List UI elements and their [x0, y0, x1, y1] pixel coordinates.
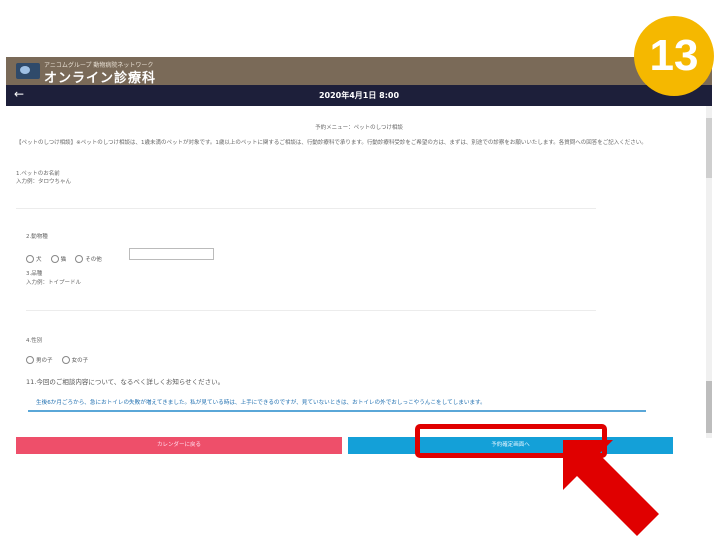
- radio-cat-label: 猫: [60, 256, 67, 263]
- sex-radio-group: 男の子 女の子: [26, 349, 92, 368]
- consultation-details-field[interactable]: 生後6か月ごろから、急におトイレの失敗が増えてきました。私が見ている時は、上手に…: [28, 394, 646, 412]
- scrollbar-thumb[interactable]: [706, 118, 712, 178]
- species-radio-group: 犬 猫 その他: [26, 248, 106, 267]
- divider: [26, 310, 596, 311]
- pointer-arrow-icon: [563, 440, 659, 536]
- radio-cat[interactable]: [50, 254, 59, 263]
- radio-female-label: 女の子: [71, 357, 89, 364]
- q3-label: 3.品種: [26, 271, 43, 277]
- radio-dog[interactable]: [26, 254, 34, 263]
- q1-example: 入力例：タロウちゃん: [16, 179, 72, 185]
- appointment-datetime: 2020年4月1日 8:00: [318, 91, 400, 100]
- scrollbar[interactable]: [706, 106, 712, 438]
- consultation-details-value: 生後6か月ごろから、急におトイレの失敗が増えてきました。私が見ている時は、上手に…: [36, 400, 486, 406]
- logo-icon: [16, 63, 40, 79]
- q4-label: 4.性別: [26, 338, 43, 344]
- q5-label: 11.今回のご相談内容について、なるべく詳しくお知らせください。: [26, 378, 225, 386]
- divider: [16, 208, 596, 209]
- radio-male-label: 男の子: [36, 357, 53, 364]
- step-number-badge: 13: [634, 16, 714, 96]
- date-bar: ← 2020年4月1日 8:00: [6, 85, 712, 106]
- menu-title: 予約メニュー：ペットのしつけ相談: [315, 125, 403, 131]
- radio-female[interactable]: [61, 355, 70, 364]
- scrollbar-thumb-lower[interactable]: [706, 381, 712, 433]
- intro-text: 【ペットのしつけ相談】※ペットのしつけ相談は、1歳未満のペットが対象です。1歳以…: [16, 140, 647, 146]
- q3-example: 入力例：トイプードル: [26, 280, 82, 286]
- brand-name: オンライン診療科: [44, 71, 157, 86]
- q2-label: 2.動物種: [26, 234, 48, 240]
- radio-other[interactable]: [75, 254, 84, 263]
- consultation-form: 予約メニュー：ペットのしつけ相談 【ペットのしつけ相談】※ペットのしつけ相談は、…: [6, 106, 712, 438]
- brand-header: アニコムグループ 動物病院ネットワーク オンライン診療科: [6, 57, 712, 86]
- back-to-calendar-button[interactable]: カレンダーに戻る: [16, 437, 342, 454]
- radio-male[interactable]: [26, 355, 34, 364]
- radio-dog-label: 犬: [36, 256, 42, 263]
- q1-label: 1.ペットのお名前: [16, 171, 60, 177]
- radio-other-label: その他: [85, 256, 102, 263]
- other-species-input[interactable]: [129, 248, 214, 260]
